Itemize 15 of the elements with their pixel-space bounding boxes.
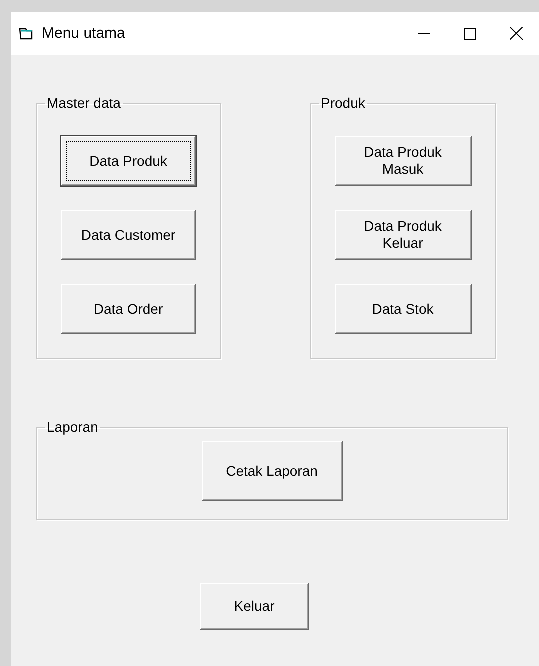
menu-button[interactable]: Data Order [61, 284, 196, 334]
menu-button[interactable]: Data Customer [61, 210, 196, 260]
group-label: Produk [320, 95, 366, 111]
menu-button[interactable]: Data Stok [334, 284, 472, 334]
menu-button[interactable]: Data Produk [61, 136, 196, 186]
group-label: Laporan [46, 419, 100, 435]
menu-button[interactable]: Data Produk Masuk [334, 136, 472, 186]
exit-button[interactable]: Keluar [200, 583, 309, 630]
window-title: Menu utama [42, 25, 126, 42]
print-report-button[interactable]: Cetak Laporan [202, 441, 342, 501]
group-label: Master data [46, 95, 122, 111]
menu-button[interactable]: Data Produk Keluar [334, 210, 472, 260]
window-icon [18, 26, 34, 42]
close-icon [510, 27, 522, 40]
maximize-icon [464, 28, 476, 40]
